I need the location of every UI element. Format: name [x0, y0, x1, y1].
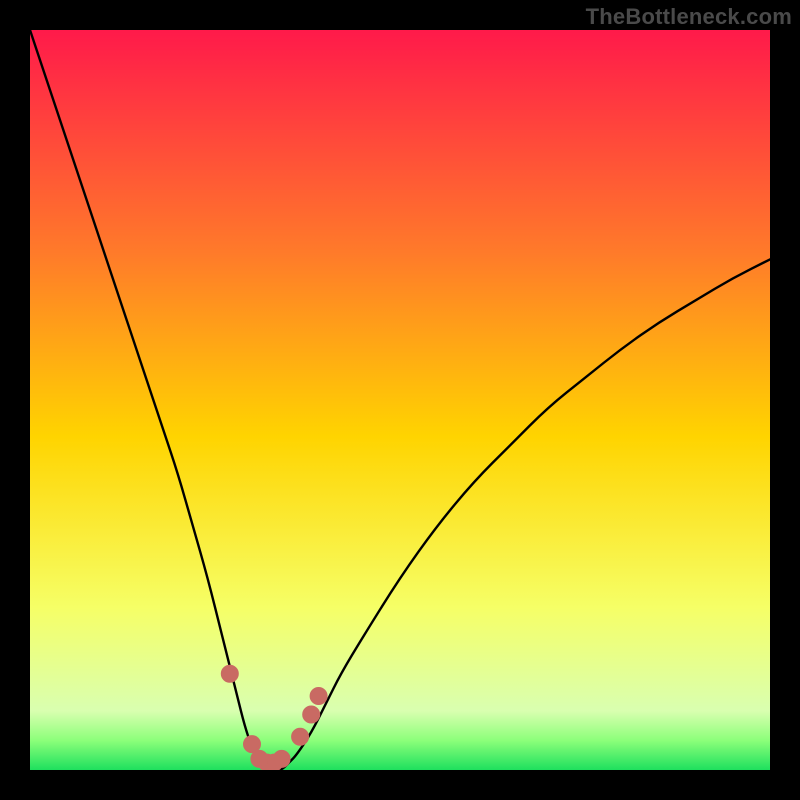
marker-dot	[274, 751, 290, 767]
marker-dot	[292, 729, 308, 745]
marker-dot	[222, 666, 238, 682]
marker-dot	[244, 736, 260, 752]
marker-dot	[311, 688, 327, 704]
marker-dot	[303, 707, 319, 723]
chart-plot-area	[30, 30, 770, 770]
chart-svg	[30, 30, 770, 770]
gradient-background	[30, 30, 770, 770]
outer-frame: TheBottleneck.com	[0, 0, 800, 800]
watermark-text: TheBottleneck.com	[586, 4, 792, 30]
